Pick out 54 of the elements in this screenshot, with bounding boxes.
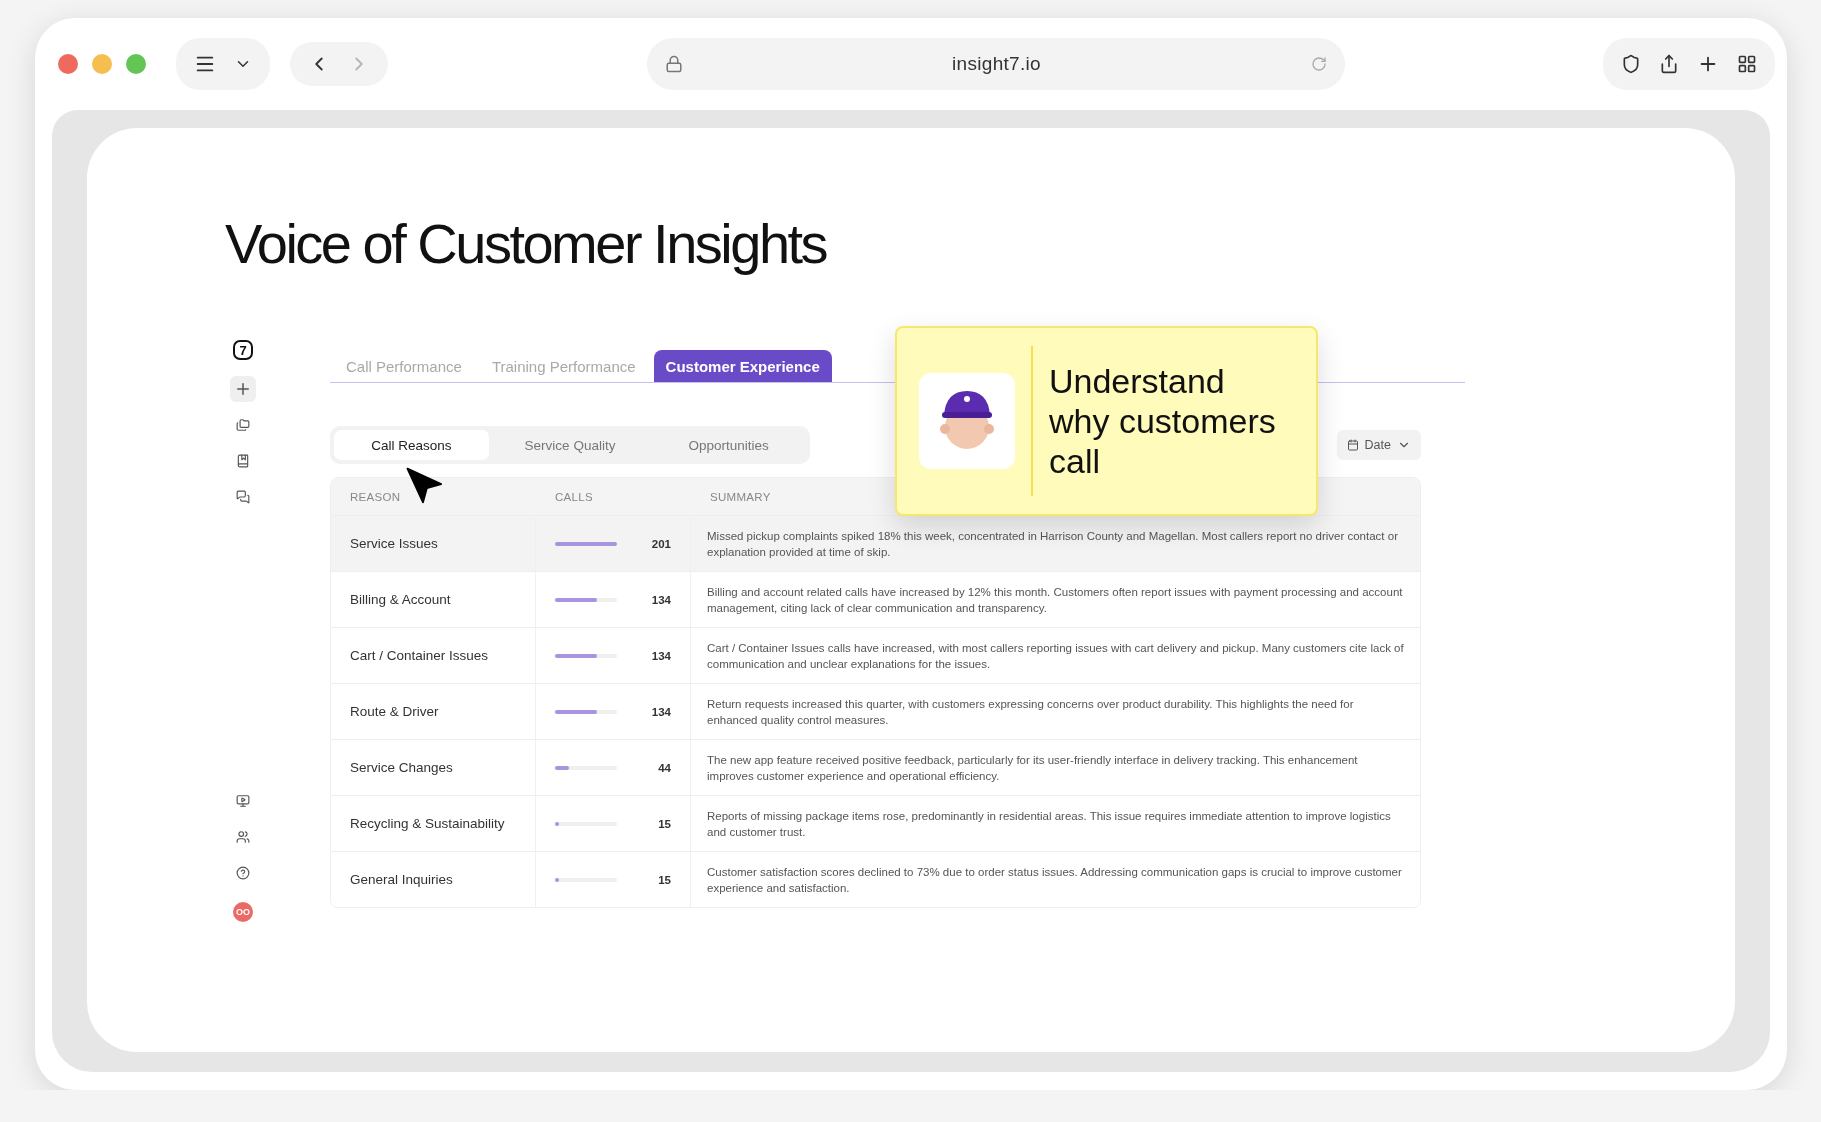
url-text: insight7.io: [951, 53, 1042, 75]
column-header: REASON: [349, 490, 402, 503]
calls-count: 134: [650, 649, 671, 662]
calendar-icon: [1346, 439, 1359, 451]
calls-bar: [555, 653, 617, 658]
lock-icon: [664, 55, 683, 73]
reason-text: Cart / Container Issues: [350, 648, 489, 663]
table-row[interactable]: Service Issues 201 Missed pickup complaints spiked 18% this week, concentrated in Harrison County and Magellan. Most callers report no driver contact or explanation provided at time of skip.: [331, 515, 1420, 571]
calls-bar: [555, 821, 617, 826]
callout-text: Understand why customers call: [1049, 361, 1277, 481]
segment-tab[interactable]: Call Reasons: [334, 430, 489, 460]
reason-text: Billing & Account: [350, 592, 451, 607]
summary-text: Missed pickup complaints spiked 18% this week, concentrated in Harrison County and Magellan. Most callers report no driver contact or explanation provided at time of skip.: [707, 528, 1399, 560]
calls-bar: [555, 765, 617, 770]
segment-tab[interactable]: Opportunities: [651, 430, 806, 460]
calls-bar: [555, 709, 617, 714]
calls-count: 15: [657, 873, 671, 886]
page-title: Voice of Customer Insights: [225, 212, 828, 276]
reason-text: Recycling & Sustainability: [350, 816, 505, 831]
summary-text: Reports of missing package items rose, predominantly in residential areas. This issue requires immediate attention to improve logistics and customer trust.: [707, 808, 1392, 840]
table-row[interactable]: Route & Driver 134 Return requests increased this quarter, with customers expressing concerns over product durability. This highlights the need for enhanced quality control measures.: [331, 683, 1420, 739]
calls-count: 134: [650, 593, 671, 606]
column-header: SUMMARY: [709, 490, 772, 503]
summary-text: Customer satisfaction scores declined to 73% due to order status issues. Addressing communication gaps is crucial to improve customer experience and satisfaction.: [707, 864, 1403, 896]
address-bar[interactable]: insight7.io: [646, 38, 1345, 90]
reason-text: Route & Driver: [350, 704, 439, 719]
tab[interactable]: Customer Experience: [653, 350, 832, 382]
summary-text: Billing and account related calls have increased by 12% this month. Customers often report issues with payment processing and account management, citing lack of clear communication and transparency.: [707, 584, 1404, 616]
close-button[interactable]: [58, 54, 78, 74]
calls-count: 15: [657, 817, 671, 830]
calls-count: 201: [650, 537, 671, 550]
table-row[interactable]: General Inquiries 15 Customer satisfaction scores declined to 73% due to order status issues. Addressing communication gaps is crucial to improve customer experience and satisfaction.: [331, 851, 1420, 907]
plus-icon: [234, 380, 252, 398]
calls-bar: [555, 597, 617, 602]
summary-text: Return requests increased this quarter, with customers expressing concerns over product durability. This highlights the need for enhanced quality control measures.: [707, 696, 1355, 728]
maximize-button[interactable]: [126, 54, 146, 74]
calls-count: 134: [650, 705, 671, 718]
table-row[interactable]: [331, 739, 1420, 795]
segment-tab[interactable]: Service Quality: [492, 430, 648, 460]
date-filter-button[interactable]: Date: [1336, 430, 1421, 460]
reason-text: Service Changes: [350, 760, 453, 775]
table-row[interactable]: [331, 627, 1420, 683]
table-row[interactable]: Recycling & Sustainability 15 Reports of missing package items rose, predominantly in residential areas. This issue requires immediate attention to improve logistics and customer trust.: [331, 795, 1420, 851]
table-row[interactable]: [331, 571, 1420, 627]
calls-bar: [555, 877, 617, 882]
reason-text: General Inquiries: [350, 872, 453, 887]
column-header: CALLS: [554, 490, 594, 503]
reason-text: Service Issues: [350, 536, 438, 551]
summary-text: Cart / Container Issues calls have increased, with most callers reporting issues with cart delivery and pickup. Many customers cite lack of communication and unclear explanations for the issues.: [707, 640, 1405, 672]
logo[interactable]: 7: [233, 340, 253, 360]
calls-bar: [555, 541, 617, 546]
summary-text: The new app feature received positive feedback, particularly for its user-friendly interface in delivery tracking. This enhancement improves customer experience and operational efficiency.: [707, 752, 1359, 784]
add-button[interactable]: [230, 376, 256, 402]
calls-count: 44: [657, 761, 671, 774]
